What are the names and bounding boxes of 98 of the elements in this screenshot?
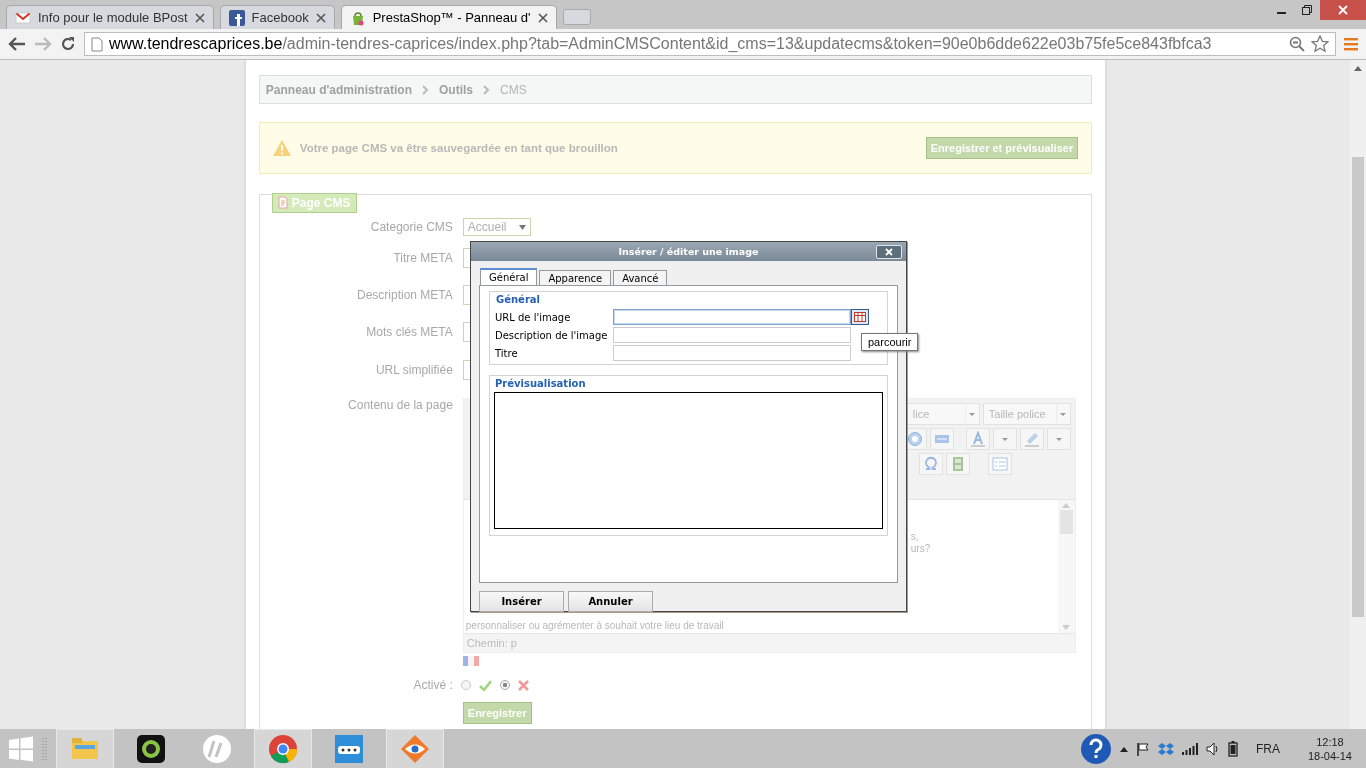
dialog-tab[interactable]: Général	[480, 268, 538, 285]
url-text: www.tendrescaprices.be/admin-tendres-caprices/index.php?tab=AdminCMSContent&id_cms=13&updatecms&token=90e0b6dde622e03b75fe5ce843fbfca3	[109, 35, 1213, 53]
editor-text: personnaliser ou agrémenter à souhait votre lieu de travail	[464, 620, 724, 632]
editor-text: urs?	[909, 543, 931, 555]
scroll-up-icon[interactable]	[1354, 66, 1362, 71]
field-label: Titre META	[392, 251, 453, 265]
group-legend: Général	[494, 294, 542, 305]
browser-icon	[267, 733, 299, 765]
help-icon[interactable]	[1079, 733, 1112, 765]
text-color-icon	[969, 431, 986, 447]
address-bar[interactable]: www.tendrescaprices.be/admin-tendres-caprices/index.php?tab=AdminCMSContent&id_cms=13&updatecms&token=90e0b6dde622e03b75fe5ce843fbfca3	[84, 32, 1336, 56]
scroll-thumb[interactable]	[1352, 157, 1364, 617]
webcam-icon	[135, 733, 167, 765]
warning-text: Votre page CMS va être sauvegardée en tant que brouillon	[299, 142, 619, 154]
cancel-button[interactable]: Annuler	[568, 591, 653, 612]
back-icon[interactable]	[8, 36, 26, 52]
tooltip: parcourir	[861, 333, 919, 351]
help-icon	[906, 431, 923, 447]
field-label: URL simplifiée	[374, 363, 453, 377]
close-button[interactable]	[1320, 0, 1366, 20]
field-label: Titre	[495, 347, 519, 359]
zoom-icon[interactable]	[1289, 36, 1305, 52]
text-color-arrow-icon	[1001, 437, 1008, 441]
list-button[interactable]	[987, 453, 1012, 475]
field-label: Description META	[356, 288, 453, 302]
minimize-icon	[1276, 12, 1286, 14]
forward-icon[interactable]	[34, 36, 52, 52]
close-icon[interactable]	[537, 12, 548, 23]
input-field[interactable]	[613, 309, 851, 325]
cross-icon	[517, 679, 529, 691]
close-icon[interactable]	[315, 12, 326, 23]
close-icon	[1338, 5, 1348, 15]
highlight-menu[interactable]	[1046, 428, 1071, 450]
remote-access-icon	[333, 733, 365, 765]
field-label: Description de l'image	[495, 329, 609, 341]
close-icon[interactable]	[194, 12, 205, 23]
warning-icon	[271, 139, 292, 157]
field-label: Mots clés META	[365, 325, 453, 339]
highlight-arrow-icon	[1055, 437, 1062, 441]
text-color-button[interactable]	[965, 428, 990, 450]
radio-button[interactable]	[499, 680, 510, 690]
dialog-tab[interactable]: Apparence	[539, 270, 612, 285]
social-icon	[228, 9, 245, 26]
field-label: Activé :	[412, 678, 453, 692]
circle-logo-icon	[201, 733, 233, 765]
input-field[interactable]	[613, 345, 851, 361]
radio-button[interactable]	[460, 680, 471, 690]
insert-button[interactable]: Insérer	[479, 591, 564, 612]
grid-icon	[854, 312, 866, 322]
browser-tab[interactable]: Facebook	[219, 5, 335, 29]
menu-icon[interactable]	[1344, 37, 1358, 51]
mail-icon	[15, 9, 31, 26]
browse-button[interactable]	[851, 309, 869, 325]
chevron-icon	[483, 84, 491, 95]
scroll-down-icon[interactable]	[1062, 625, 1071, 630]
grip-icon	[42, 736, 48, 762]
signal-icon[interactable]	[1181, 743, 1198, 755]
clock-time[interactable]: 12:18	[1316, 735, 1344, 749]
new-tab-button[interactable]	[562, 9, 591, 25]
reload-icon[interactable]	[60, 36, 76, 52]
language-indicator[interactable]: FRA	[1255, 742, 1280, 756]
dialog-tab[interactable]: Avancé	[613, 270, 668, 285]
media-button[interactable]	[945, 453, 970, 475]
restore-icon	[1302, 5, 1312, 15]
browser-tab[interactable]: Info pour le module BPost	[6, 5, 214, 29]
dropdown-arrow-icon	[518, 224, 526, 230]
scroll-thumb[interactable]	[1059, 510, 1073, 534]
editor-scrollbar[interactable]	[1057, 500, 1075, 633]
eye-icon	[399, 733, 431, 765]
list-icon	[991, 456, 1008, 472]
input-field[interactable]	[613, 327, 851, 343]
dialog-title: Insérer / éditer une image	[617, 246, 760, 257]
highlight-button[interactable]	[1019, 428, 1044, 450]
start-icon[interactable]	[8, 736, 34, 762]
text-color-menu[interactable]	[992, 428, 1017, 450]
field-label: Categorie CMS	[369, 220, 453, 234]
editor-text: s,	[909, 531, 919, 543]
chevron-icon	[422, 84, 430, 95]
flag-icon[interactable]	[1135, 742, 1150, 756]
special-character-icon	[922, 456, 939, 472]
browser-tab[interactable]: PrestaShop™ - Panneau d'	[340, 5, 557, 29]
field-label: URL de l'image	[495, 311, 572, 323]
dropbox-icon[interactable]	[1157, 741, 1174, 757]
section-legend: Page CMS	[271, 192, 357, 213]
battery-icon[interactable]	[1227, 741, 1238, 757]
group-legend: Prévisualisation	[493, 378, 588, 389]
caret-up-icon[interactable]	[1119, 746, 1128, 752]
scrollbar[interactable]	[1350, 60, 1366, 729]
highlight-icon	[1023, 431, 1040, 447]
speaker-icon[interactable]	[1205, 742, 1220, 756]
page-icon	[91, 36, 103, 52]
star-icon[interactable]	[1311, 35, 1329, 53]
page-icon	[277, 196, 288, 209]
field-label: Contenu de la page	[347, 398, 453, 412]
close-icon	[885, 247, 893, 256]
close-button[interactable]	[876, 244, 902, 259]
check-icon	[478, 679, 492, 691]
clock-date[interactable]: 18-04-14	[1307, 749, 1352, 763]
